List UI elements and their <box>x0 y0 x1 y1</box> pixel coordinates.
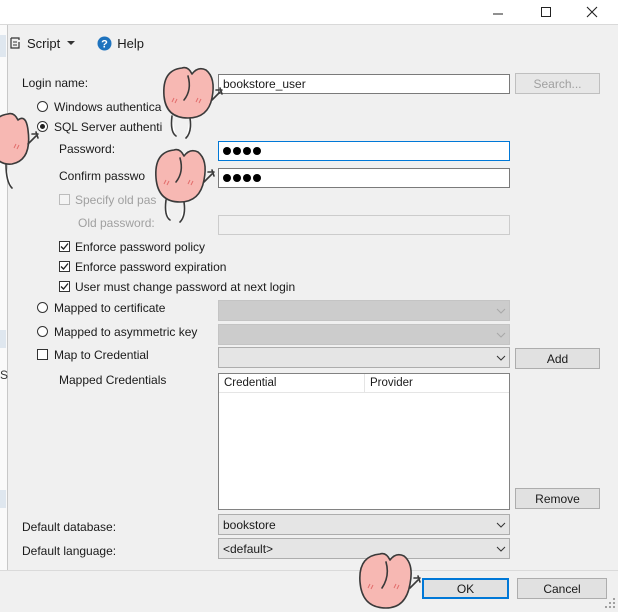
map-credential-label: Map to Credential <box>54 348 149 362</box>
default-database-value: bookstore <box>223 517 276 532</box>
checkmark-icon <box>60 263 69 270</box>
chevron-down-icon <box>496 522 506 528</box>
default-language-label: Default language: <box>22 544 117 558</box>
svg-text:?: ? <box>101 38 108 50</box>
enforce-policy-checkbox[interactable] <box>59 241 70 252</box>
certificate-dropdown <box>218 300 510 321</box>
password-dot <box>223 174 231 182</box>
help-icon: ? <box>97 36 112 50</box>
toolbar: Script ? Help <box>8 30 158 56</box>
credential-dropdown[interactable] <box>218 347 510 368</box>
mapped-credentials-label: Mapped Credentials <box>59 373 167 387</box>
mapped-asymmetric-key-radio[interactable] <box>37 326 48 337</box>
minimize-button[interactable] <box>476 0 520 24</box>
provider-column-header[interactable]: Provider <box>365 374 413 392</box>
checkmark-icon <box>60 243 69 250</box>
password-dot <box>233 174 241 182</box>
old-password-label: Old password: <box>78 216 155 230</box>
password-dot <box>233 147 241 155</box>
chevron-down-icon <box>496 332 506 338</box>
checkmark-icon <box>60 283 69 290</box>
password-dot <box>253 147 261 155</box>
remove-button[interactable]: Remove <box>515 488 600 509</box>
default-database-dropdown[interactable]: bookstore <box>218 514 510 535</box>
maximize-icon <box>541 7 551 17</box>
credential-column-header[interactable]: Credential <box>219 374 365 392</box>
asymmetric-key-dropdown <box>218 324 510 345</box>
default-language-value: <default> <box>223 541 274 556</box>
default-language-dropdown[interactable]: <default> <box>218 538 510 559</box>
enforce-expiration-label: Enforce password expiration <box>75 260 227 274</box>
resize-grip-icon[interactable] <box>604 597 616 609</box>
help-label: Help <box>117 35 144 51</box>
password-dot <box>243 147 251 155</box>
password-dot <box>243 174 251 182</box>
add-button[interactable]: Add <box>515 348 600 369</box>
windows-auth-radio[interactable] <box>37 101 48 112</box>
must-change-label: User must change password at next login <box>75 280 296 294</box>
sql-auth-radio[interactable] <box>37 121 48 132</box>
password-input[interactable] <box>218 141 510 161</box>
maximize-button[interactable] <box>524 0 568 24</box>
enforce-policy-label: Enforce password policy <box>75 240 206 254</box>
must-change-checkbox[interactable] <box>59 281 70 292</box>
enforce-expiration-checkbox[interactable] <box>59 261 70 272</box>
script-label: Script <box>27 35 61 51</box>
windows-auth-label: Windows authentica <box>54 100 162 114</box>
password-label: Password: <box>59 142 116 156</box>
left-pane-edge <box>0 25 8 570</box>
specify-old-password-checkbox <box>59 194 70 205</box>
search-button: Search... <box>515 73 600 94</box>
mapped-credentials-list[interactable]: Credential Provider <box>218 373 510 510</box>
confirm-password-label: Confirm passwo <box>59 169 146 183</box>
mapped-asymmetric-key-label: Mapped to asymmetric key <box>54 325 198 339</box>
minimize-icon <box>493 13 503 15</box>
password-dot <box>253 174 261 182</box>
specify-old-password-label: Specify old pas <box>75 193 157 207</box>
login-name-input[interactable]: bookstore_user <box>218 74 510 94</box>
password-dot <box>223 147 231 155</box>
default-database-label: Default database: <box>22 520 117 534</box>
sql-auth-label: SQL Server authenti <box>54 120 163 134</box>
login-name-label: Login name: <box>22 76 89 90</box>
title-separator <box>0 24 618 25</box>
script-icon <box>10 37 20 49</box>
map-credential-checkbox[interactable] <box>37 349 48 360</box>
mapped-certificate-label: Mapped to certificate <box>54 301 166 315</box>
confirm-password-mask <box>223 170 505 186</box>
cancel-button[interactable]: Cancel <box>517 578 607 599</box>
list-header: Credential Provider <box>219 374 509 393</box>
password-mask <box>223 143 505 159</box>
ok-button[interactable]: OK <box>422 578 509 599</box>
confirm-password-input[interactable] <box>218 168 510 188</box>
old-password-input <box>218 215 510 235</box>
chevron-down-icon <box>496 308 506 314</box>
close-button[interactable] <box>570 0 614 24</box>
close-icon <box>586 6 598 18</box>
script-button[interactable]: Script <box>8 36 83 51</box>
chevron-down-icon <box>67 41 76 45</box>
chevron-down-icon <box>496 546 506 552</box>
chevron-down-icon <box>496 355 506 361</box>
help-button[interactable]: ? Help <box>97 36 144 51</box>
mapped-certificate-radio[interactable] <box>37 302 48 313</box>
left-pane-text: S <box>0 368 9 382</box>
